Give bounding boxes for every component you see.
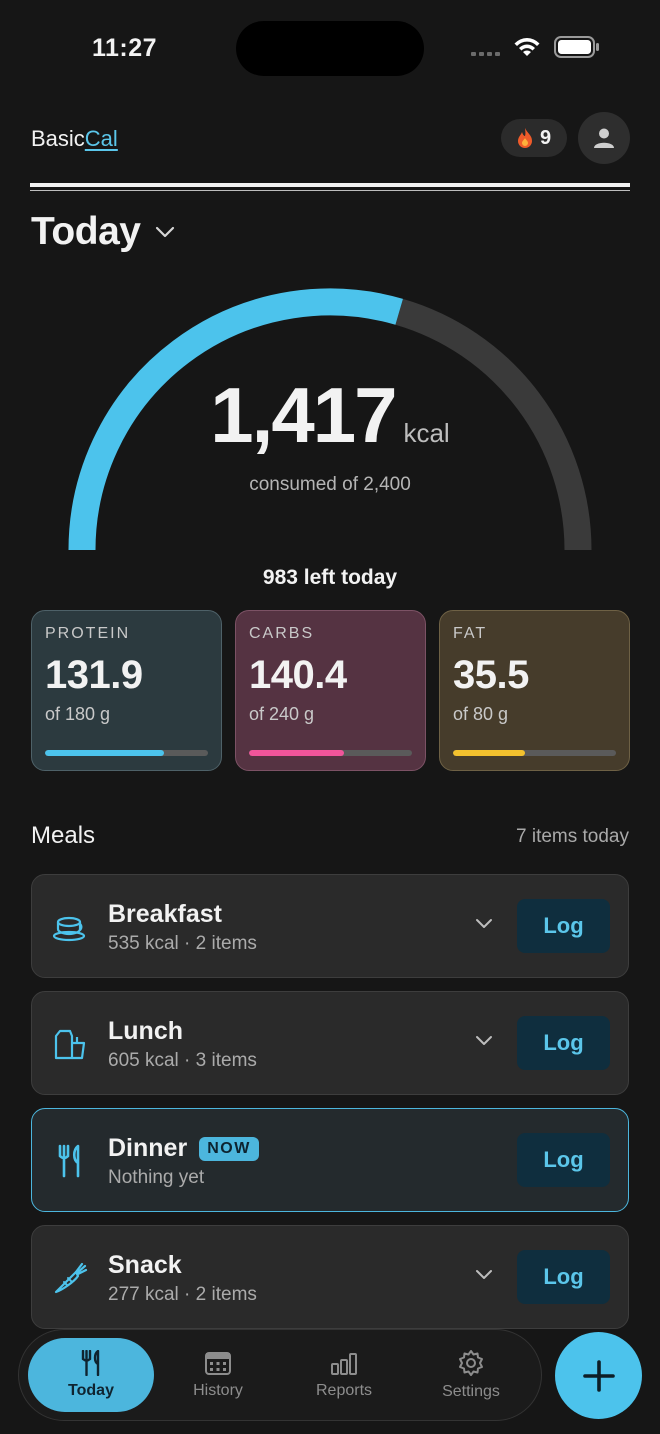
chevron-down-icon[interactable] (474, 917, 494, 931)
meal-name: Snack (108, 1251, 182, 1280)
macro-progress-bar (453, 750, 616, 756)
wifi-icon (514, 38, 540, 56)
log-button[interactable]: Log (517, 1016, 610, 1070)
meal-name: Breakfast (108, 900, 222, 929)
dynamic-island (236, 21, 424, 76)
macro-card-carbs[interactable]: CARBS 140.4 of 240 g (235, 610, 426, 771)
profile-avatar-button[interactable] (578, 112, 630, 164)
tab-today[interactable]: Today (28, 1338, 154, 1412)
macro-progress-bar (45, 750, 208, 756)
log-button[interactable]: Log (517, 899, 610, 953)
macro-progress-fill (249, 750, 345, 756)
macro-progress-fill (45, 750, 165, 756)
meal-name: Lunch (108, 1017, 183, 1046)
meal-meta: Nothing yet (108, 1167, 205, 1188)
log-button[interactable]: Log (517, 1133, 610, 1187)
meal-card-dinner[interactable]: Dinner NOW Nothing yet Log (31, 1108, 629, 1212)
macro-progress-fill (453, 750, 526, 756)
tab-history[interactable]: History (155, 1338, 281, 1412)
calories-goal-text: consumed of 2,400 (249, 474, 411, 495)
page-title: Today (31, 210, 141, 253)
meal-card-breakfast[interactable]: Breakfast 535 kcal · 2 items Log (31, 874, 629, 978)
carrot-icon (54, 1262, 88, 1294)
meal-title: Dinner (108, 1134, 188, 1162)
now-badge: NOW (199, 1136, 259, 1161)
tab-label: Reports (315, 1382, 373, 1399)
status-icons (471, 36, 600, 58)
macro-value: 35.5 (453, 653, 529, 697)
meal-title: Snack (108, 1251, 182, 1279)
chevron-down-icon[interactable] (474, 1034, 494, 1048)
macro-label: CARBS (249, 625, 315, 642)
plus-icon (582, 1359, 615, 1392)
macro-card-fat[interactable]: FAT 35.5 of 80 g (439, 610, 630, 771)
meal-meta: 277 kcal · 2 items (108, 1284, 257, 1305)
streak-badge[interactable]: 9 (501, 119, 567, 157)
macro-label: FAT (453, 625, 488, 642)
add-food-button[interactable] (555, 1332, 642, 1419)
meal-title: Lunch (108, 1017, 183, 1045)
meal-meta: 535 kcal · 2 items (108, 933, 257, 954)
fork-knife-icon (58, 1144, 80, 1178)
brand-suffix: Cal (84, 126, 118, 151)
battery-icon (554, 36, 599, 58)
macro-value: 131.9 (45, 653, 143, 697)
lunch-bag-icon (54, 1029, 86, 1060)
meal-card-snack[interactable]: Snack 277 kcal · 2 items Log (31, 1225, 629, 1329)
meal-card-lunch[interactable]: Lunch 605 kcal · 3 items Log (31, 991, 629, 1095)
gear-icon (459, 1350, 483, 1376)
calories-consumed-value: 1,417 (210, 371, 397, 459)
meals-item-count: 7 items today (516, 826, 629, 847)
meal-meta: 605 kcal · 3 items (108, 1050, 257, 1071)
tab-reports[interactable]: Reports (281, 1338, 407, 1412)
cellular-signal-icon (471, 52, 500, 56)
header-divider (30, 183, 630, 187)
chevron-down-icon[interactable] (474, 1268, 494, 1282)
meal-title: Breakfast (108, 900, 222, 928)
tab-label: Settings (442, 1383, 500, 1400)
app-logo: BasicCal (31, 126, 118, 152)
cup-icon (52, 916, 86, 942)
status-time: 11:27 (92, 34, 158, 62)
bar-chart-icon (331, 1353, 357, 1375)
macro-goal: of 80 g (453, 704, 509, 724)
macro-goal: of 180 g (45, 704, 111, 724)
date-selector[interactable]: Today (31, 210, 176, 254)
macro-value: 140.4 (249, 653, 347, 697)
tab-label: History (193, 1382, 243, 1399)
macro-label: PROTEIN (45, 625, 131, 642)
flame-icon (517, 128, 532, 148)
calories-consumed: 1,417 kcal (0, 370, 660, 461)
chevron-down-icon (156, 226, 175, 238)
macro-progress-bar (249, 750, 412, 756)
calories-unit: kcal (403, 418, 450, 448)
tab-label: Today (68, 1382, 114, 1399)
bottom-tab-bar: Today History Reports Settings (18, 1329, 542, 1421)
streak-count: 9 (539, 126, 552, 149)
fork-knife-icon (81, 1350, 100, 1376)
macro-goal: of 240 g (249, 704, 315, 724)
user-icon (594, 128, 614, 148)
meal-name: Dinner NOW (108, 1134, 259, 1163)
tab-settings[interactable]: Settings (408, 1338, 534, 1412)
header-divider-thin (30, 190, 630, 191)
meals-section-title: Meals (31, 822, 96, 849)
macro-card-protein[interactable]: PROTEIN 131.9 of 180 g (31, 610, 222, 771)
log-button[interactable]: Log (517, 1250, 610, 1304)
calendar-icon (205, 1352, 231, 1375)
calories-left-text: 983 left today (262, 566, 398, 589)
brand-prefix: Basic (31, 126, 85, 151)
